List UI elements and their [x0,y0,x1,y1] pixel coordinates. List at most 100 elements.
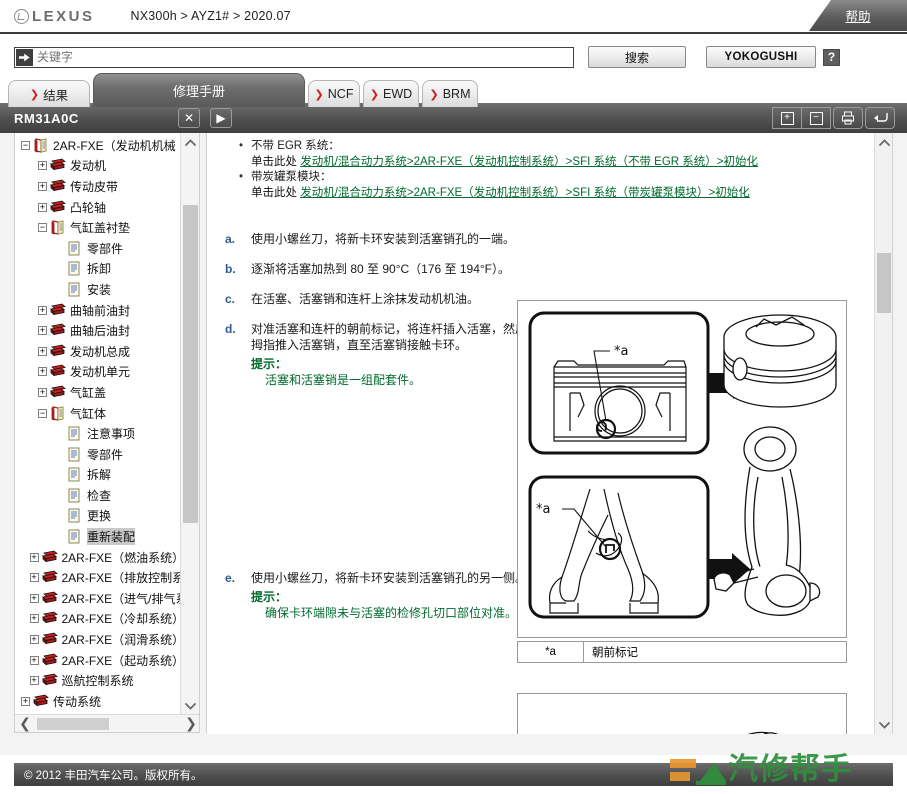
figure-piston-and-connecting-rod: *a *a [517,300,847,638]
tree-node[interactable]: 零部件 [15,238,181,259]
scroll-up-icon[interactable] [181,133,199,152]
lexus-logo: LEXUS [14,8,95,25]
bullet-dot-icon: • [239,140,244,152]
expand-all-button[interactable]: + [772,107,802,129]
collapse-toggle-icon[interactable]: − [38,223,47,233]
content-vertical-scrollbar[interactable] [874,133,892,734]
tree-node-label: 2AR-FXE（排放控制系 [61,571,182,586]
expand-toggle-icon[interactable]: + [38,161,47,171]
collapse-toggle-icon[interactable]: − [38,408,47,418]
tree-node[interactable]: 拆解 [15,465,181,486]
tree-node[interactable]: + 发动机总成 [15,341,181,362]
collapse-toggle-icon[interactable]: − [21,140,30,150]
scroll-right-icon[interactable]: ❯ [181,715,199,732]
expand-toggle-icon[interactable]: + [29,552,39,562]
search-input[interactable] [33,47,573,67]
search-box[interactable] [14,46,574,68]
navigation-link[interactable]: 发动机/混合动力系统>2AR-FXE（发动机控制系统）>SFI 系统（不带 EG… [300,156,758,168]
expand-toggle-icon[interactable]: + [38,367,47,377]
tree-node-label: 曲轴前油封 [70,303,131,318]
tree-node[interactable]: +2AR-FXE（冷却系统） [15,609,181,630]
sidebar-close-button[interactable]: ✕ [178,108,200,128]
expand-toggle-icon[interactable]: + [38,346,47,356]
sidebar-vertical-scrollbar[interactable] [180,133,199,716]
print-button[interactable] [833,107,863,129]
lexus-ring-icon [14,8,29,24]
back-button[interactable] [865,107,895,129]
tree-node[interactable]: 更换 [15,506,181,527]
expand-toggle-icon[interactable]: + [29,573,39,583]
tree-node[interactable]: 拆卸 [15,259,181,280]
step-b: b. 逐渐将活塞加热到 80 至 90°C（176 至 194°F）。 [225,261,854,277]
navigation-tree[interactable]: −2AR-FXE（发动机机械 + 发动机 + 传动皮带 + 凸轮轴 − 气缸盖衬垫 零部件 拆卸 安装… [15,133,181,716]
tree-node-label: 2AR-FXE（进气/排气系 [61,591,182,606]
scroll-down-icon[interactable] [875,716,892,734]
expand-toggle-icon[interactable]: + [38,181,47,191]
legend-key: *a [518,642,584,662]
expand-toggle-icon[interactable]: + [38,326,47,336]
tree-node[interactable]: + 传动皮带 [15,176,181,197]
scroll-left-icon[interactable]: ❮ [15,715,35,732]
top-header-bar: LEXUS NX300h > AYZ1# > 2020.07 帮助 [0,0,907,34]
figure-legend-table: *a 朝前标记 [517,641,847,663]
tree-node[interactable]: +2AR-FXE（排放控制系 [15,567,181,588]
book-icon [50,303,66,318]
tree-node[interactable]: + 巡航控制系统 [15,670,181,691]
book-icon [50,344,66,359]
tree-node[interactable]: 零部件 [15,444,181,465]
help-question-button[interactable]: ? [823,48,840,66]
svg-text:*a: *a [536,502,550,517]
tab-repair-manual[interactable]: 修理手册 [93,73,305,107]
tree-node[interactable]: + 曲轴前油封 [15,300,181,321]
tab-ncf-label: NCF [327,87,354,101]
tree-node[interactable]: − 气缸盖衬垫 [15,217,181,238]
sidebar-horizontal-scrollbar[interactable]: ❮ ❯ [15,714,199,732]
document-icon [67,488,83,503]
tree-node[interactable]: +2AR-FXE（起动系统） [15,650,181,671]
navigation-link[interactable]: 发动机/混合动力系统>2AR-FXE（发动机控制系统）>SFI 系统（带炭罐泵模… [300,187,750,199]
search-submit-arrow-icon[interactable] [16,48,33,66]
sidebar-hscroll-thumb[interactable] [37,718,109,730]
tree-node[interactable]: +2AR-FXE（润滑系统） [15,629,181,650]
tree-node[interactable]: +2AR-FXE（进气/排气系 [15,588,181,609]
footer: © 2012 丰田汽车公司。版权所有。 汽修帮手 [0,755,907,794]
tree-node-label: 重新装配 [87,528,136,546]
tree-node[interactable]: 重新装配 [15,526,181,547]
expand-toggle-icon[interactable]: + [29,593,39,603]
tree-node[interactable]: +2AR-FXE（燃油系统） [15,547,181,568]
expand-toggle-icon[interactable]: + [38,202,47,212]
expand-toggle-icon[interactable]: + [21,696,30,706]
expand-toggle-icon[interactable]: + [29,655,39,665]
tree-node[interactable]: + 凸轮轴 [15,197,181,218]
collapse-all-button[interactable]: − [801,107,831,129]
tree-node-label: 零部件 [87,447,124,462]
sidebar-next-button[interactable]: ▶ [210,108,232,128]
tree-node[interactable]: 注意事项 [15,423,181,444]
yokogushi-button[interactable]: YOKOGUSHI [706,46,816,68]
search-button[interactable]: 搜索 [588,46,686,68]
tab-ncf[interactable]: ❯ NCF [308,80,360,107]
tree-node[interactable]: + 发动机单元 [15,362,181,383]
tree-node[interactable]: 检查 [15,485,181,506]
expand-toggle-icon[interactable]: + [29,635,39,645]
tree-node[interactable]: − 气缸体 [15,403,181,424]
expand-toggle-icon[interactable]: + [38,387,47,397]
tree-node-label: 气缸体 [70,406,107,421]
tree-node[interactable]: + 曲轴后油封 [15,320,181,341]
tab-results[interactable]: ❯ 结果 [8,80,90,107]
expand-toggle-icon[interactable]: + [38,305,47,315]
tab-brm[interactable]: ❯ BRM [422,80,478,107]
tree-node[interactable]: + 气缸盖 [15,382,181,403]
tree-node[interactable]: + 传动系统 [15,691,181,712]
tab-ewd[interactable]: ❯ EWD [363,80,419,107]
expand-toggle-icon[interactable]: + [29,676,39,686]
scroll-up-icon[interactable] [875,133,892,151]
tree-node[interactable]: − 2AR-FXE（发动机机械 [15,135,181,156]
tree-node[interactable]: + 发动机 [15,156,181,177]
tree-node[interactable]: 安装 [15,279,181,300]
content-scroll-thumb[interactable] [877,253,891,313]
sidebar-scroll-thumb[interactable] [183,205,198,523]
help-button[interactable]: 帮助 [809,0,907,31]
expand-toggle-icon[interactable]: + [29,614,39,624]
question-mark-icon: ? [827,50,836,64]
